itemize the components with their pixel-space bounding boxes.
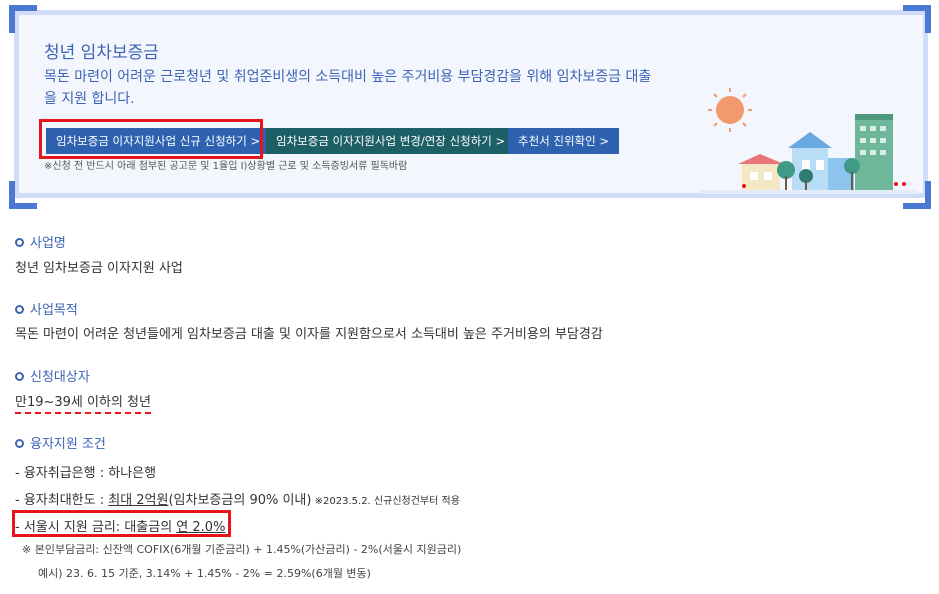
bank-text: - 융자취급은행 : 하나은행 (15, 466, 157, 481)
recommendation-verify-button[interactable]: 추천서 진위확인 > (508, 128, 620, 154)
bullet-icon (15, 238, 24, 247)
target-heading: 신청대상자 (15, 366, 90, 385)
banner-description: 목돈 마련이 어려운 근로청년 및 취업준비생의 소득대비 높은 주거비용 부담… (44, 69, 652, 107)
banner-note: ※신청 전 반드시 아래 첨부된 공고문 및 1율입 I)상황별 근로 및 소득… (44, 161, 408, 172)
highlight-box (39, 119, 263, 159)
bullet-icon (15, 372, 24, 381)
banner-title: 청년 임차보증금 (44, 43, 159, 63)
sun-icon (708, 88, 752, 132)
rate-note-example: 예시) 23. 6. 15 기준, 3.14% + 1.45% - 2% = 2… (38, 567, 371, 580)
limit-text: - 융자최대한도 : 최대 2억원(임차보증금의 90% 이내) ※2023.5… (15, 489, 460, 512)
rate-note-formula: ※ 본인부담금리: 신잔액 COFIX(6개월 기준금리) + 1.45%(가산… (22, 543, 462, 556)
bullet-icon (15, 305, 24, 314)
target-text: 만19~39세 이하의 청년 (15, 391, 151, 414)
purpose-heading: 사업목적 (15, 299, 78, 318)
business-name-heading: 사업명 (15, 232, 66, 251)
conditions-heading: 융자지원 조건 (15, 433, 106, 452)
town-illustration (700, 88, 918, 194)
bullet-icon (15, 439, 24, 448)
business-name-text: 청년 임차보증금 이자지원 사업 (15, 261, 183, 276)
change-extend-application-button[interactable]: 임차보증금 이자지원사업 변경/연장 신청하기 > (266, 128, 516, 154)
banner-corner (903, 5, 931, 33)
highlight-box (12, 510, 231, 537)
purpose-text: 목돈 마련이 어려운 청년들에게 임차보증금 대출 및 이자를 지원함으로서 소… (15, 327, 603, 342)
banner-corner (9, 5, 37, 33)
banner-corner (9, 181, 37, 209)
limit-note: ※2023.5.2. 신규신청건부터 적용 (311, 496, 460, 507)
